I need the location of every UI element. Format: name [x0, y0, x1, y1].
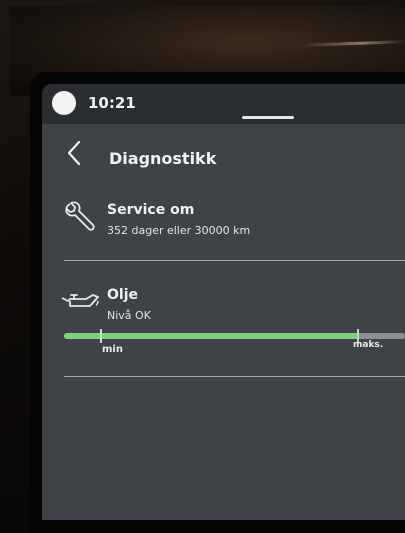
oil-status: Nivå OK [107, 309, 151, 322]
wrench-icon [65, 201, 95, 231]
oil-can-icon [61, 294, 99, 307]
section-divider [64, 376, 405, 377]
drag-handle[interactable] [242, 116, 294, 119]
profile-avatar-icon[interactable] [52, 91, 76, 115]
oil-title: Olje [107, 287, 138, 303]
status-clock: 10:21 [88, 94, 136, 112]
status-bar: 10:21 [42, 84, 405, 124]
min-tick [100, 329, 102, 343]
service-title: Service om [107, 202, 195, 218]
section-divider [64, 260, 405, 261]
service-detail: 352 dager eller 30000 km [107, 224, 251, 237]
infotainment-screen: 10:21 Diagnostikk Service om 352 dager e… [42, 84, 405, 520]
min-label: min [102, 344, 123, 355]
oil-level-fill [64, 333, 358, 339]
chevron-left-icon[interactable] [66, 140, 82, 166]
page-title: Diagnostikk [109, 149, 217, 168]
oil-level-bar [64, 329, 405, 343]
max-label: maks. [353, 340, 384, 350]
